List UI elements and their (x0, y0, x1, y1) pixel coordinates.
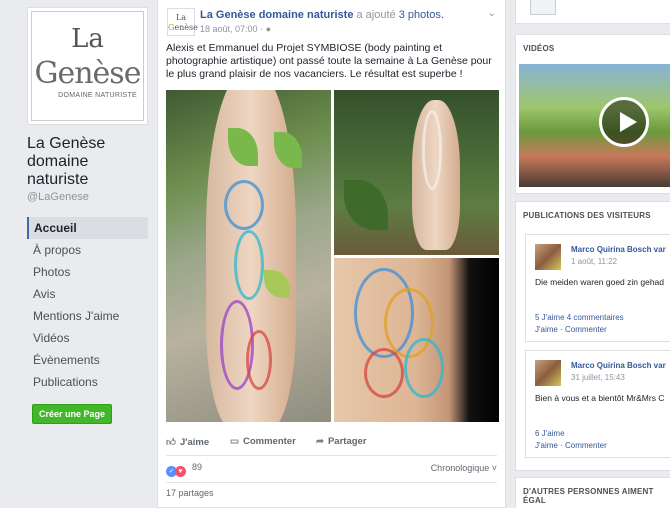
visitor-post-stats[interactable]: 5 J'aime 4 commentaires (535, 313, 624, 322)
post-text: Alexis et Emmanuel du Projet SYMBIOSE (b… (166, 42, 492, 80)
photos-count-link[interactable]: 3 photos. (399, 9, 444, 21)
post-avatar[interactable]: La Genèse (167, 8, 198, 36)
nav-item-mentions[interactable]: Mentions J'aime (27, 305, 148, 327)
share-button[interactable]: ➦ Partager (316, 436, 367, 447)
visitor-name[interactable]: Marco Quirina Bosch var (571, 361, 666, 370)
photo-1[interactable] (166, 90, 331, 422)
chevron-down-icon[interactable]: ⌄ (488, 8, 496, 19)
play-icon[interactable] (599, 97, 649, 147)
page-nav: Accueil À propos Photos Avis Mentions J'… (27, 217, 148, 393)
post-timestamp[interactable]: 18 août, 07:00 · ● (200, 24, 271, 34)
comment-sort-select[interactable]: Chronologique ˅ (431, 463, 497, 473)
avatar[interactable] (535, 360, 561, 386)
photo-2[interactable] (334, 90, 499, 255)
visitor-post-actions[interactable]: J'aime · Commenter (535, 441, 607, 450)
visitor-post-date[interactable]: 1 août, 11:22 (571, 257, 617, 266)
nav-item-publications[interactable]: Publications (27, 371, 148, 393)
others-like-card: D'AUTRES PERSONNES AIMENT ÉGAL (515, 477, 670, 508)
videos-card: VIDÉOS (515, 34, 670, 194)
others-like-title: D'AUTRES PERSONNES AIMENT ÉGAL (523, 487, 654, 505)
post-title: La Genèse domaine naturiste a ajouté 3 p… (200, 9, 444, 21)
photo-3[interactable] (334, 258, 499, 422)
post-author-link[interactable]: La Genèse domaine naturiste (200, 9, 353, 21)
photo-grid (166, 90, 499, 422)
share-icon: ➦ (316, 436, 324, 447)
nav-item-avis[interactable]: Avis (27, 283, 148, 305)
visitor-post-date[interactable]: 31 juillet, 15:43 (571, 373, 625, 382)
thumbs-up-icon: 👍︎ (166, 437, 176, 448)
nav-item-accueil[interactable]: Accueil (27, 217, 148, 239)
reaction-icons[interactable]: ✓ ♥ (166, 462, 186, 477)
visitor-post-actions[interactable]: J'aime · Commenter (535, 325, 607, 334)
profile-picture[interactable]: La Genèse DOMAINE NATURISTE (27, 7, 148, 125)
video-thumbnail[interactable] (519, 64, 670, 187)
logo-tagline: DOMAINE NATURISTE (58, 92, 137, 99)
page-title[interactable]: La Genèse domaine naturiste (27, 135, 148, 189)
comment-button[interactable]: ▭ Commenter (230, 436, 296, 447)
shares-count[interactable]: 17 partages (166, 482, 497, 498)
logo-word-genese: Genèse (34, 56, 142, 91)
nav-item-evenements[interactable]: Évènements (27, 349, 148, 371)
love-reaction-icon: ♥ (175, 466, 186, 477)
post-actions: 👍︎ J'aime ▭ Commenter ➦ Partager (166, 432, 497, 452)
visitor-post-text: Bien à vous et a bientôt Mr&Mrs C (535, 393, 665, 403)
post-header: La Genèse La Genèse domaine naturiste a a… (167, 8, 496, 38)
left-column: La Genèse DOMAINE NATURISTE La Genèse do… (27, 7, 148, 424)
visitor-name[interactable]: Marco Quirina Bosch var (571, 245, 666, 254)
visitor-post: Marco Quirina Bosch var 1 août, 11:22 Di… (525, 234, 670, 342)
create-page-button[interactable]: Créer une Page (32, 404, 113, 424)
nav-item-a-propos[interactable]: À propos (27, 239, 148, 261)
page-handle[interactable]: @LaGenese (27, 191, 148, 203)
nav-item-photos[interactable]: Photos (27, 261, 148, 283)
visitor-posts-title: PUBLICATIONS DES VISITEURS (523, 211, 651, 220)
visitor-post-text: Die meiden waren goed zin gehad (535, 277, 665, 287)
related-page-card (515, 0, 670, 24)
post-action-text: a ajouté 3 photos. (356, 9, 444, 21)
reactions-count[interactable]: 89 (192, 462, 202, 472)
nav-item-videos[interactable]: Vidéos (27, 327, 148, 349)
visitor-post: Marco Quirina Bosch var 31 juillet, 15:4… (525, 350, 670, 458)
comment-icon: ▭ (230, 436, 239, 447)
avatar[interactable] (535, 244, 561, 270)
globe-icon: ● (265, 24, 271, 34)
post-card: La Genèse La Genèse domaine naturiste a a… (157, 0, 506, 508)
related-page-logo[interactable] (530, 0, 556, 15)
videos-title: VIDÉOS (523, 44, 555, 53)
reactions-bar: ✓ ♥ 89 Chronologique ˅ (166, 455, 497, 479)
like-button[interactable]: 👍︎ J'aime (166, 436, 209, 448)
visitor-posts-card: PUBLICATIONS DES VISITEURS Marco Quirina… (515, 201, 670, 471)
logo-word-la: La (71, 24, 104, 54)
visitor-post-stats[interactable]: 6 J'aime (535, 429, 565, 438)
logo: La Genèse DOMAINE NATURISTE (31, 11, 144, 121)
